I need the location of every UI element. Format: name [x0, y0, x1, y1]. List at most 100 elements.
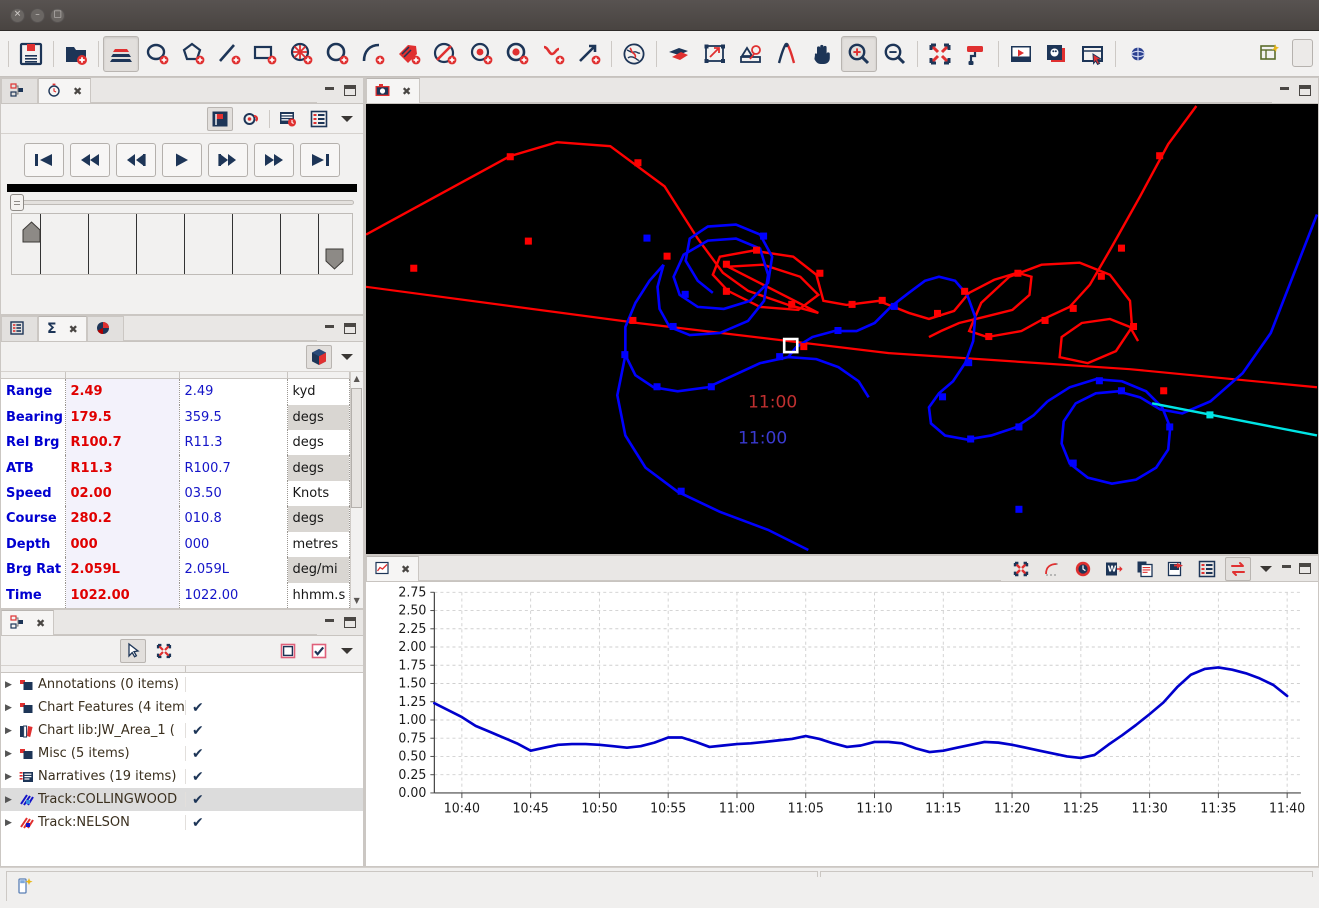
drag-resize-icon[interactable]	[922, 36, 958, 72]
view-menu-chevron[interactable]	[1260, 565, 1272, 572]
globe-icon[interactable]	[616, 36, 652, 72]
expand-collapse-icon[interactable]	[151, 639, 177, 663]
close-icon[interactable]: ✖	[73, 85, 82, 98]
no-entry-icon[interactable]	[427, 36, 463, 72]
close-icon[interactable]: ✖	[36, 617, 45, 630]
maximize-view-icon[interactable]	[1299, 563, 1311, 574]
play-media-icon[interactable]	[1003, 36, 1039, 72]
minimize-view-icon[interactable]	[324, 617, 337, 628]
dividers-icon[interactable]	[769, 36, 805, 72]
expand-arrow-icon[interactable]: ▶	[5, 726, 15, 736]
paste-track-icon[interactable]	[661, 36, 697, 72]
wheel-shape-icon[interactable]	[283, 36, 319, 72]
check-all-icon[interactable]	[306, 639, 332, 663]
fit-to-window-icon[interactable]	[1008, 557, 1034, 581]
layer-two-icon[interactable]	[213, 639, 239, 663]
close-icon[interactable]: ✖	[402, 85, 411, 98]
copy-icon[interactable]	[1132, 557, 1158, 581]
col-header-visibility[interactable]	[186, 666, 363, 672]
maximize-view-icon[interactable]	[344, 323, 356, 334]
scroll-up-icon[interactable]: ▲	[354, 372, 360, 386]
scrollbar-thumb[interactable]	[351, 388, 363, 508]
tab-sample-dpf[interactable]: ✖	[366, 78, 421, 103]
time-slider[interactable]	[7, 192, 357, 211]
visibility-checkmark[interactable]: ✔	[186, 746, 363, 762]
tab-time-controller[interactable]: ✖	[38, 78, 92, 103]
visibility-checkmark[interactable]: ✔	[186, 815, 363, 831]
skip-to-start-button[interactable]	[24, 143, 64, 177]
time-slider-track[interactable]	[18, 199, 354, 205]
time-snail-icon[interactable]	[238, 107, 264, 131]
view-menu-chevron[interactable]	[341, 353, 353, 360]
step-backward-button[interactable]	[116, 143, 156, 177]
expand-arrow-icon[interactable]: ▶	[5, 772, 15, 782]
label-shape-icon[interactable]	[391, 36, 427, 72]
merge-tracks-icon[interactable]	[733, 36, 769, 72]
select-pointer-icon[interactable]	[120, 638, 146, 663]
table-row[interactable]: Rel Brg R100.7 R11.3 degs	[1, 430, 350, 456]
minimize-view-icon[interactable]	[1279, 85, 1292, 96]
zoom-out-icon[interactable]	[877, 36, 913, 72]
visibility-checkmark[interactable]: ✔	[186, 769, 363, 785]
play-button[interactable]	[162, 143, 202, 177]
tab-range-vs-time[interactable]: ✖	[366, 556, 420, 581]
visibility-checkmark[interactable]: ✔	[186, 723, 363, 739]
close-icon[interactable]: ✖	[69, 323, 78, 336]
perspective-switch-button[interactable]	[1292, 39, 1313, 67]
clock-icon[interactable]	[1070, 557, 1096, 581]
expand-arrow-icon[interactable]: ▶	[5, 749, 15, 759]
table-row[interactable]: Bearing 179.5 359.5 degs	[1, 404, 350, 431]
table-row[interactable]: Depth 000 000 metres	[1, 531, 350, 558]
range-end-handle[interactable]	[325, 247, 344, 271]
table-row[interactable]: Time 1022.00 1022.00 hhmm.s	[1, 582, 350, 608]
tab-outline[interactable]: ✖	[1, 610, 55, 635]
tab-navigator[interactable]	[1, 78, 38, 103]
layer-plus-two-icon[interactable]	[244, 639, 270, 663]
circle-shape-icon[interactable]	[319, 36, 355, 72]
minimize-view-icon[interactable]	[1281, 563, 1294, 574]
save-icon[interactable]	[13, 36, 49, 72]
expand-arrow-icon[interactable]: ▶	[5, 680, 15, 690]
swap-axes-icon[interactable]	[1225, 556, 1251, 581]
ellipse-shape-icon[interactable]	[139, 36, 175, 72]
minimize-view-icon[interactable]	[324, 323, 337, 334]
layers-icon[interactable]	[103, 35, 139, 72]
time-list-icon[interactable]	[306, 107, 332, 131]
vector-arrow-icon[interactable]	[571, 36, 607, 72]
maximize-window-button[interactable]	[50, 7, 65, 23]
scroll-down-icon[interactable]: ▼	[354, 594, 360, 608]
bullseye-icon[interactable]	[499, 36, 535, 72]
web-globe-icon[interactable]	[1120, 36, 1156, 72]
expand-arrow-icon[interactable]: ▶	[5, 703, 15, 713]
zoom-in-icon[interactable]	[841, 35, 877, 72]
pan-hand-icon[interactable]	[805, 36, 841, 72]
table-row[interactable]: ATB R11.3 R100.7 degs	[1, 455, 350, 481]
time-range-selector[interactable]	[11, 213, 353, 275]
outline-row[interactable]: ▶ Misc (5 items) ✔	[1, 742, 363, 765]
time-marker-icon[interactable]	[207, 106, 233, 131]
export-image-icon[interactable]	[1163, 557, 1189, 581]
snapshot-icon[interactable]	[1039, 36, 1075, 72]
table-row[interactable]: Speed 02.00 03.50 Knots	[1, 480, 350, 507]
range-start-handle[interactable]	[22, 220, 41, 244]
tab-properties[interactable]	[1, 316, 38, 341]
arc-shape-icon[interactable]	[355, 36, 391, 72]
tab-track-tote[interactable]: Σ ✖	[38, 316, 87, 341]
tote-cube-icon[interactable]	[306, 344, 332, 369]
step-forward-button[interactable]	[208, 143, 248, 177]
outline-row[interactable]: ▶ Track:NELSON ✔	[1, 811, 363, 834]
range-vs-time-chart[interactable]: 0.00 0.25 0.50 0.75 1.00 1.25 1.50 1.75 2.00 2.25…	[366, 582, 1318, 866]
tote-vertical-scrollbar[interactable]: ▲ ▼	[349, 372, 363, 608]
skip-to-end-button[interactable]	[300, 143, 340, 177]
rewind-large-button[interactable]	[70, 143, 110, 177]
uncheck-all-icon[interactable]	[275, 639, 301, 663]
col-header-name[interactable]	[1, 666, 186, 672]
time-slider-thumb[interactable]	[10, 193, 24, 211]
table-row[interactable]: Range 2.49 2.49 kyd	[1, 378, 350, 405]
outline-row[interactable]: ▶ Chart Features (4 items ✔	[1, 696, 363, 719]
maximize-view-icon[interactable]	[344, 617, 356, 628]
export-word-icon[interactable]: W	[1101, 557, 1127, 581]
outline-tree[interactable]: ▶ Annotations (0 items) ▶ Chart Features (4…	[1, 666, 363, 866]
time-properties-icon[interactable]	[275, 107, 301, 131]
outline-row[interactable]: ▶ Annotations (0 items)	[1, 673, 363, 696]
